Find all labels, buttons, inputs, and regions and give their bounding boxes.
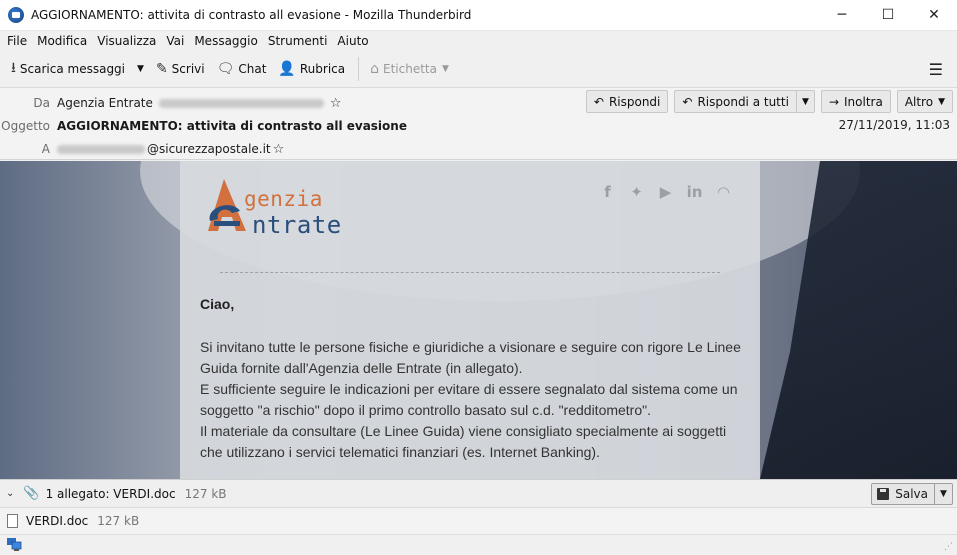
from-value[interactable]: Agenzia Entrate [57,96,153,110]
chat-bubble-icon: 🗨 [216,61,235,77]
menu-file[interactable]: File [2,34,32,48]
close-button[interactable]: ✕ [911,0,957,31]
message-body: genzia ntrate f ✦ ▶ in ◠ Ciao, Si invita… [0,161,957,479]
logo-word-entrate: ntrate [252,211,342,239]
attachment-list: VERDI.doc 127 kB [0,508,957,534]
attachment-file-size: 127 kB [97,514,140,528]
menu-vai[interactable]: Vai [161,34,189,48]
message-date: 27/11/2019, 11:03 [838,118,950,132]
divider [220,272,720,273]
get-messages-label: Scarica messaggi [19,62,126,76]
facebook-icon[interactable]: f [593,183,622,201]
email-paragraph: E sufficiente seguire le indicazioni per… [200,381,738,418]
write-button[interactable]: ✎ Scrivi [151,56,210,82]
forward-icon: → [828,94,839,109]
forward-label: Inoltra [844,94,883,109]
logo-word-agenzia: genzia [244,187,323,211]
star-icon[interactable]: ☆ [330,96,342,111]
get-messages-button[interactable]: ⭳ Scarica messaggi [6,56,130,82]
app-menu-icon[interactable]: ☰ [929,60,943,79]
subject-row: Oggetto AGGIORNAMENTO: attivita di contr… [0,116,407,136]
social-links: f ✦ ▶ in ◠ [593,183,738,201]
subject-label: Oggetto [1,119,50,133]
twitter-icon[interactable]: ✦ [622,183,651,201]
reply-button[interactable]: ↶ Rispondi [585,90,669,113]
attachment-summary-size: 127 kB [184,486,227,501]
menu-aiuto[interactable]: Aiuto [332,34,373,48]
reply-all-icon: ↶ [682,94,693,109]
to-label: A [41,142,50,156]
chevron-down-icon: ▼ [137,64,144,74]
title-bar: AGGIORNAMENTO: attivita di contrasto all… [0,0,957,31]
get-messages-dropdown[interactable]: ▼ [132,56,149,82]
pencil-icon: ✎ [155,61,168,77]
email-paragraph: Si invitano tutte le persone fisiche e g… [200,339,741,376]
email-greeting: Ciao, [200,296,235,312]
more-button[interactable]: Altro ▼ [896,90,953,113]
email-paragraph: Il materiale da consultare (Le Linee Gui… [200,423,727,460]
address-book-button[interactable]: 👤 Rubrica [273,56,350,82]
redacted-recipient [57,144,145,154]
chevron-down-icon: ▼ [441,64,449,74]
chat-label: Chat [238,62,267,76]
to-row: A @sicurezzapostale.it ☆ [0,139,285,159]
tag-button[interactable]: ⌂ Etichetta ▼ [365,56,454,82]
minimize-button[interactable]: ─ [819,0,865,31]
agenzia-entrate-logo: genzia ntrate [202,177,382,239]
window-title: AGGIORNAMENTO: attivita di contrasto all… [31,8,472,22]
menu-modifica[interactable]: Modifica [32,34,92,48]
address-book-label: Rubrica [299,62,346,76]
save-icon [877,488,890,500]
forward-button[interactable]: → Inoltra [820,90,891,113]
attachment-summary[interactable]: 1 allegato: VERDI.doc [46,487,176,501]
email-card: genzia ntrate f ✦ ▶ in ◠ Ciao, Si invita… [180,161,760,479]
chevron-down-icon[interactable]: ▼ [934,484,952,504]
thunderbird-icon [8,7,24,23]
message-header: Da Agenzia Entrate ☆ Oggetto AGGIORNAMEN… [0,88,957,160]
menu-strumenti[interactable]: Strumenti [263,34,333,48]
toolbar-separator [358,57,360,81]
network-status-icon[interactable] [7,538,22,551]
menu-bar: File Modifica Visualizza Vai Messaggio S… [0,31,957,51]
linkedin-icon[interactable]: in [680,183,709,201]
contacts-icon: 👤 [278,61,296,77]
chevron-down-icon: ▼ [938,96,945,107]
paperclip-icon: 📎 [23,486,40,501]
save-button[interactable]: Salva ▼ [871,483,953,505]
logo-mark-icon [208,179,246,231]
reply-icon: ↶ [593,94,604,109]
resize-grip-icon[interactable]: ⋰ [944,542,953,552]
reply-label: Rispondi [608,94,661,109]
subject-value: AGGIORNAMENTO: attivita di contrasto all… [57,119,407,133]
status-bar: ⋰ [0,534,957,555]
file-icon [7,514,18,528]
chevron-down-icon[interactable]: ▼ [795,91,814,112]
attachment-file-name[interactable]: VERDI.doc [26,514,88,528]
main-toolbar: ⭳ Scarica messaggi ▼ ✎ Scrivi 🗨 Chat 👤 R… [0,51,957,88]
menu-messaggio[interactable]: Messaggio [189,34,263,48]
reply-all-button[interactable]: ↶ Rispondi a tutti ▼ [674,90,815,113]
header-actions: ↶ Rispondi ↶ Rispondi a tutti ▼ → Inoltr… [580,90,953,113]
star-icon[interactable]: ☆ [273,142,285,157]
from-label: Da [33,96,50,110]
rss-icon[interactable]: ◠ [709,183,738,201]
to-value[interactable]: @sicurezzapostale.it [147,142,271,156]
write-label: Scrivi [171,62,205,76]
menu-visualizza[interactable]: Visualizza [92,34,161,48]
chevron-down-icon[interactable]: ⌄ [6,488,14,499]
reply-all-label: Rispondi a tutti [697,94,789,109]
redacted-email [158,98,324,108]
youtube-icon[interactable]: ▶ [651,183,680,201]
save-label: Salva [895,487,928,501]
maximize-button[interactable]: ☐ [865,0,911,31]
email-text: Si invitano tutte le persone fisiche e g… [200,337,745,463]
chat-button[interactable]: 🗨 Chat [212,56,272,82]
download-icon: ⭳ [11,60,16,76]
tag-label: Etichetta [383,62,437,76]
tag-icon: ⌂ [370,61,379,77]
attachment-bar: ⌄ 📎 1 allegato: VERDI.doc 127 kB Salva ▼ [0,479,957,508]
from-row: Da Agenzia Entrate ☆ [0,93,342,113]
more-label: Altro [904,94,934,109]
